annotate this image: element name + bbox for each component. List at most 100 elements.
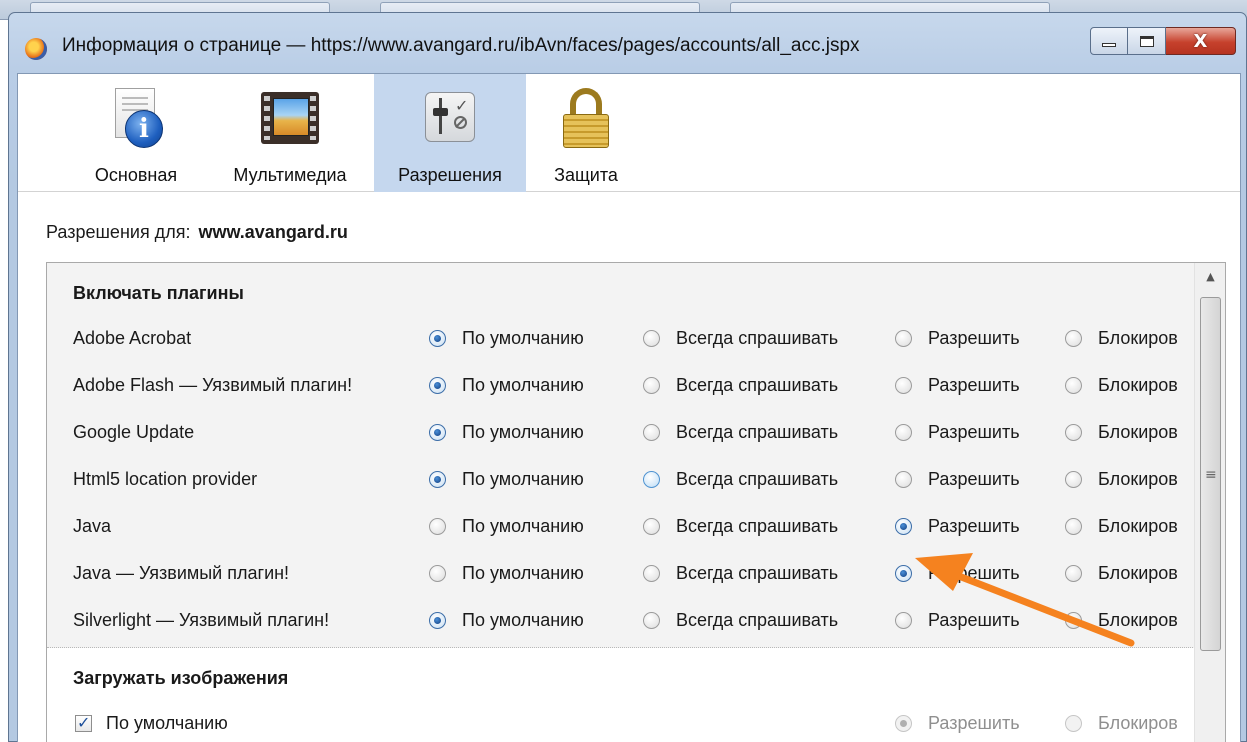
maximize-icon — [1139, 35, 1154, 47]
plugin-option-block[interactable]: Блокиров — [1065, 516, 1178, 537]
radio-block[interactable] — [1065, 330, 1082, 347]
radio-default[interactable] — [429, 330, 446, 347]
plugin-option-default[interactable]: По умолчанию — [429, 469, 584, 490]
tab-permissions[interactable]: ✓ Разрешения — [374, 74, 526, 192]
radio-ask[interactable] — [643, 518, 660, 535]
images-default-checkbox-wrap[interactable]: По умолчанию — [75, 713, 228, 734]
radio-block[interactable] — [1065, 518, 1082, 535]
tab-multimedia[interactable]: Мультимедиа — [210, 74, 370, 192]
radio-block[interactable] — [1065, 612, 1082, 629]
tab-general[interactable]: i Основная — [76, 74, 196, 192]
plugin-option-ask[interactable]: Всегда спрашивать — [643, 610, 838, 631]
lock-icon — [555, 88, 617, 150]
radio-allow[interactable] — [895, 330, 912, 347]
plugin-row: Html5 location provider По умолчанию Всегд… — [47, 466, 1195, 496]
radio-default[interactable] — [429, 377, 446, 394]
option-label: Блокиров — [1098, 422, 1178, 442]
plugin-option-allow[interactable]: Разрешить — [895, 328, 1020, 349]
plugin-name: Silverlight — Уязвимый плагин! — [73, 610, 330, 630]
plugin-option-ask[interactable]: Всегда спрашивать — [643, 422, 838, 443]
plugin-option-default[interactable]: По умолчанию — [429, 375, 584, 396]
radio-block[interactable] — [1065, 377, 1082, 394]
plugin-option-allow[interactable]: Разрешить — [895, 516, 1020, 537]
radio-allow[interactable] — [895, 377, 912, 394]
title-bar[interactable]: Информация о странице — https://www.avan… — [9, 13, 1246, 73]
radio-block[interactable] — [1065, 424, 1082, 441]
plugin-option-allow[interactable]: Разрешить — [895, 563, 1020, 584]
plugin-option-block[interactable]: Блокиров — [1065, 422, 1178, 443]
plugin-option-default[interactable]: По умолчанию — [429, 563, 584, 584]
radio-ask[interactable] — [643, 424, 660, 441]
radio-ask[interactable] — [643, 330, 660, 347]
radio-block[interactable] — [1065, 471, 1082, 488]
radio-default[interactable] — [429, 565, 446, 582]
radio-default[interactable] — [429, 612, 446, 629]
tab-security[interactable]: Защита — [532, 74, 640, 192]
radio-allow[interactable] — [895, 715, 912, 732]
plugin-option-default[interactable]: По умолчанию — [429, 516, 584, 537]
plugin-option-ask[interactable]: Всегда спрашивать — [643, 516, 838, 537]
radio-ask[interactable] — [643, 612, 660, 629]
plugin-option-block[interactable]: Блокиров — [1065, 375, 1178, 396]
plugin-option-allow[interactable]: Разрешить — [895, 469, 1020, 490]
option-label: Блокиров — [1098, 469, 1178, 489]
plugin-option-allow[interactable]: Разрешить — [895, 422, 1020, 443]
radio-default[interactable] — [429, 518, 446, 535]
option-label: Блокиров — [1098, 516, 1178, 536]
radio-default[interactable] — [429, 471, 446, 488]
plugin-option-default[interactable]: По умолчанию — [429, 610, 584, 631]
plugin-name: Java — [73, 516, 112, 536]
close-icon: X — [1193, 30, 1208, 52]
plugin-row: Java По умолчанию Всегда спрашивать Разреши… — [47, 513, 1195, 543]
option-label: По умолчанию — [462, 328, 584, 348]
firefox-icon — [25, 38, 47, 60]
radio-allow[interactable] — [895, 565, 912, 582]
radio-block[interactable] — [1065, 715, 1082, 732]
permissions-list[interactable]: Включать плагины Adobe Acrobat По умолчан… — [46, 262, 1226, 742]
option-label: По умолчанию — [462, 516, 584, 536]
close-button[interactable]: X — [1166, 27, 1236, 55]
radio-block[interactable] — [1065, 565, 1082, 582]
plugin-option-block[interactable]: Блокиров — [1065, 328, 1178, 349]
radio-allow[interactable] — [895, 424, 912, 441]
radio-ask[interactable] — [643, 471, 660, 488]
option-label: Всегда спрашивать — [676, 375, 839, 395]
radio-ask[interactable] — [643, 377, 660, 394]
images-option-block[interactable]: Блокиров — [1065, 713, 1178, 734]
option-label: Разрешить — [928, 422, 1020, 442]
permissions-icon: ✓ — [419, 88, 481, 150]
window-controls: X — [1090, 27, 1236, 55]
plugin-option-default[interactable]: По умолчанию — [429, 422, 584, 443]
tab-label: Основная — [94, 165, 178, 185]
minimize-button[interactable] — [1090, 27, 1128, 55]
plugin-option-block[interactable]: Блокиров — [1065, 469, 1178, 490]
window-title: Информация о странице — https://www.avan… — [62, 35, 860, 56]
radio-allow[interactable] — [895, 471, 912, 488]
radio-allow[interactable] — [895, 518, 912, 535]
radio-allow[interactable] — [895, 612, 912, 629]
option-label: Блокиров — [1098, 375, 1178, 395]
scroll-up-arrow-icon[interactable]: ▲ — [1195, 263, 1225, 291]
radio-ask[interactable] — [643, 565, 660, 582]
plugin-option-allow[interactable]: Разрешить — [895, 375, 1020, 396]
info-icon: i — [105, 88, 167, 150]
plugin-option-ask[interactable]: Всегда спрашивать — [643, 469, 838, 490]
radio-default[interactable] — [429, 424, 446, 441]
option-label: Разрешить — [928, 713, 1020, 733]
plugin-option-allow[interactable]: Разрешить — [895, 610, 1020, 631]
plugin-option-block[interactable]: Блокиров — [1065, 563, 1178, 584]
images-default-checkbox[interactable] — [75, 713, 92, 732]
plugin-option-default[interactable]: По умолчанию — [429, 328, 584, 349]
vertical-scrollbar[interactable]: ▲ ≡ — [1194, 263, 1225, 742]
images-option-allow[interactable]: Разрешить — [895, 713, 1020, 734]
plugin-row: Google Update По умолчанию Всегда спрашива… — [47, 419, 1195, 449]
plugin-option-ask[interactable]: Всегда спрашивать — [643, 563, 838, 584]
scroll-thumb[interactable]: ≡ — [1200, 297, 1221, 651]
plugin-option-ask[interactable]: Всегда спрашивать — [643, 328, 838, 349]
plugin-option-block[interactable]: Блокиров — [1065, 610, 1178, 631]
maximize-button[interactable] — [1128, 27, 1166, 55]
option-label: Блокиров — [1098, 563, 1178, 583]
plugin-option-ask[interactable]: Всегда спрашивать — [643, 375, 838, 396]
option-label: Разрешить — [928, 375, 1020, 395]
option-label: Разрешить — [928, 328, 1020, 348]
